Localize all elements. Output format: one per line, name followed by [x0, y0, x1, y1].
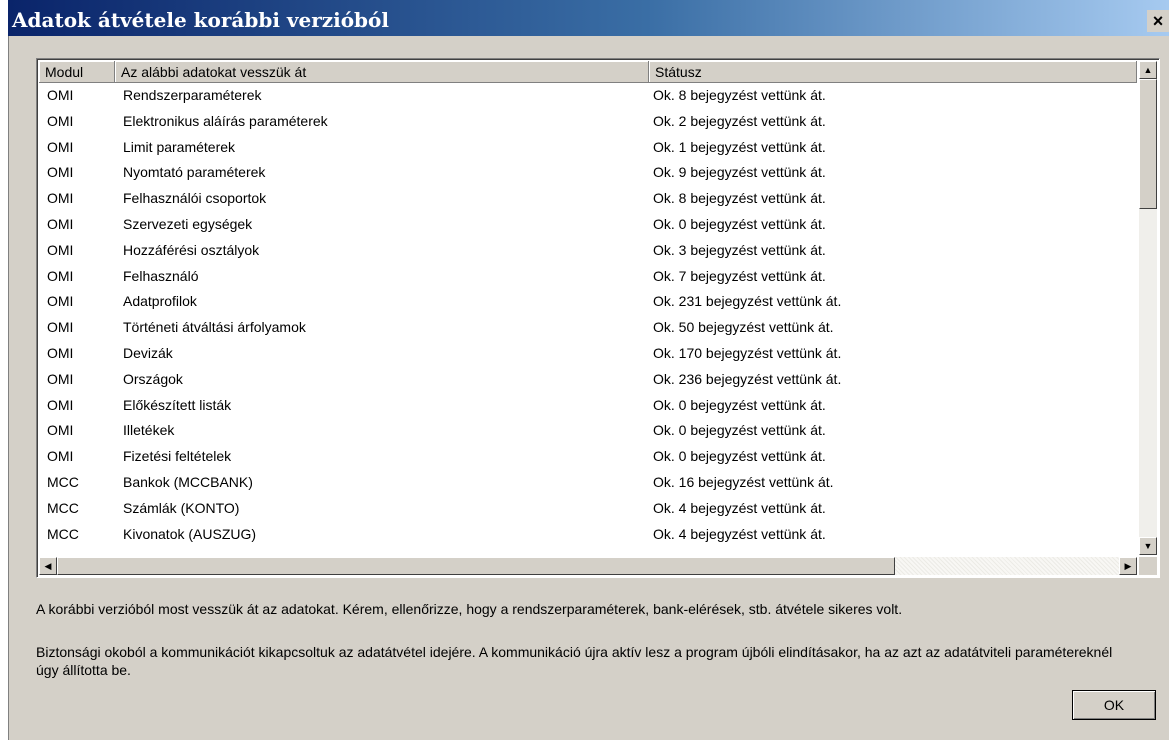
scrollbar-corner — [1139, 557, 1157, 575]
cell-data: Hozzáférési osztályok — [123, 241, 260, 258]
table-row[interactable]: OMI Fizetési feltételek Ok. 0 bejegyzést v… — [39, 444, 1137, 470]
cell-module: MCC — [47, 525, 79, 542]
table-row[interactable]: OMI Felhasználó Ok. 7 bejegyzést vettünk á… — [39, 264, 1137, 290]
table-row[interactable]: MCC Számlák (KONTO) Ok. 4 bejegyzést vettü… — [39, 496, 1137, 522]
cell-status: Ok. 3 bejegyzést vettünk át. — [653, 241, 826, 258]
cell-data: Országok — [123, 370, 183, 387]
cell-status: Ok. 8 bejegyzést vettünk át. — [653, 87, 826, 103]
cell-data: Szervezeti egységek — [123, 215, 253, 232]
cell-status: Ok. 0 bejegyzést vettünk át. — [653, 422, 826, 439]
cell-data: Felhasználó — [123, 267, 199, 284]
scroll-right-icon[interactable]: ▶ — [1119, 557, 1137, 575]
table-row[interactable]: MCC Bankok (MCCBANK) Ok. 16 bejegyzést vet… — [39, 470, 1137, 496]
vertical-scroll-thumb[interactable] — [1139, 79, 1157, 209]
cell-module: OMI — [47, 241, 74, 258]
cell-data: Bankok (MCCBANK) — [123, 473, 253, 490]
scroll-left-icon[interactable]: ◀ — [39, 557, 57, 575]
list-header: Modul Az alábbi adatokat vesszük át Stát… — [39, 61, 1137, 83]
column-header-status[interactable]: Státusz — [649, 61, 1137, 83]
cell-module: OMI — [47, 370, 74, 387]
cell-module: OMI — [47, 344, 74, 361]
window-left-edge — [0, 0, 9, 740]
table-row[interactable]: MCCKivonatok (AH201405)Ok. 4 bejegyzést … — [39, 547, 1137, 553]
table-row[interactable]: OMI Hozzáférési osztályok Ok. 3 bejegyzést… — [39, 238, 1137, 264]
table-row[interactable]: OMI Felhasználói csoportok Ok. 8 bejegyzés… — [39, 186, 1137, 212]
cell-status: Ok. 170 bejegyzést vettünk át. — [653, 344, 842, 361]
cell-module: OMI — [47, 190, 74, 207]
table-row[interactable]: OMI Rendszerparaméterek Ok. 8 bejegyzést v… — [39, 83, 1137, 109]
table-row[interactable]: OMI Illetékek Ok. 0 bejegyzést vettünk át. — [39, 418, 1137, 444]
cell-data: Előkészített listák — [123, 396, 232, 413]
cell-status: Ok. 50 bejegyzést vettünk át. — [653, 319, 834, 336]
cell-status: Ok. 7 bejegyzést vettünk át. — [653, 267, 826, 284]
cell-module: OMI — [47, 87, 74, 103]
cell-module: OMI — [47, 215, 74, 232]
close-button[interactable]: × — [1147, 10, 1169, 32]
cell-module: OMI — [47, 448, 74, 465]
cell-data: Kivonatok (AH201405) — [115, 547, 649, 553]
table-row[interactable]: OMI Adatprofilok Ok. 231 bejegyzést vettün… — [39, 289, 1137, 315]
communication-message: Biztonsági okoból a kommunikációt kikapc… — [36, 644, 1113, 678]
cell-data: Rendszerparaméterek — [123, 87, 262, 103]
import-status-list[interactable]: Modul Az alábbi adatokat vesszük át Stát… — [36, 58, 1160, 578]
cell-status: Ok. 2 bejegyzést vettünk át. — [653, 112, 826, 129]
table-row[interactable]: OMI Elektronikus aláírás paraméterek Ok. 2… — [39, 109, 1137, 135]
cell-status: Ok. 0 bejegyzést vettünk át. — [653, 448, 826, 465]
cell-data: Elektronikus aláírás paraméterek — [123, 112, 328, 129]
cell-module: OMI — [47, 112, 74, 129]
cell-status: Ok. 4 bejegyzést vettünk át. — [649, 547, 1137, 553]
cell-status: Ok. 8 bejegyzést vettünk át. — [653, 190, 826, 207]
column-header-module[interactable]: Modul — [39, 61, 115, 83]
horizontal-scroll-thumb[interactable] — [57, 557, 895, 575]
cell-module: OMI — [47, 164, 74, 181]
scroll-up-icon[interactable]: ▲ — [1139, 61, 1157, 79]
cell-data: Adatprofilok — [123, 293, 197, 310]
cell-data: Illetékek — [123, 422, 175, 439]
cell-data: Történeti átváltási árfolyamok — [123, 319, 306, 336]
info-message: A korábbi verzióból most vesszük át az a… — [36, 601, 903, 617]
cell-status: Ok. 0 bejegyzést vettünk át. — [653, 215, 826, 232]
cell-module: OMI — [47, 267, 74, 284]
scroll-down-icon[interactable]: ▼ — [1139, 537, 1157, 555]
cell-module: MCC — [47, 473, 79, 490]
cell-status: Ok. 231 bejegyzést vettünk át. — [653, 293, 842, 310]
cell-module: OMI — [47, 396, 74, 413]
table-row[interactable]: OMI Előkészített listák Ok. 0 bejegyzést v… — [39, 393, 1137, 419]
table-row[interactable]: OMI Történeti átváltási árfolyamok Ok. 50 … — [39, 315, 1137, 341]
title-bar: Adatok átvétele korábbi verzióból × — [8, 0, 1169, 36]
cell-data: Devizák — [123, 344, 173, 361]
cell-module: OMI — [47, 138, 74, 155]
cell-module: OMI — [47, 319, 74, 336]
column-header-data[interactable]: Az alábbi adatokat vesszük át — [115, 61, 649, 83]
cell-status: Ok. 4 bejegyzést vettünk át. — [653, 499, 826, 516]
table-row[interactable]: MCC Kivonatok (AUSZUG) Ok. 4 bejegyzést ve… — [39, 522, 1137, 548]
cell-status: Ok. 1 bejegyzést vettünk át. — [653, 138, 826, 155]
cell-data: Limit paraméterek — [123, 138, 236, 155]
table-row[interactable]: OMI Limit paraméterek Ok. 1 bejegyzést vet… — [39, 135, 1137, 161]
table-row[interactable]: OMI Szervezeti egységek Ok. 0 bejegyzést v… — [39, 212, 1137, 238]
cell-status: Ok. 16 bejegyzést vettünk át. — [653, 473, 834, 490]
table-row[interactable]: OMI Országok Ok. 236 bejegyzést vettünk át… — [39, 367, 1137, 393]
cell-module: OMI — [47, 293, 74, 310]
cell-data: Nyomtató paraméterek — [123, 164, 266, 181]
cell-data: Számlák (KONTO) — [123, 499, 240, 516]
ok-button[interactable]: OK — [1072, 690, 1156, 720]
cell-data: Fizetési feltételek — [123, 448, 232, 465]
cell-module: MCC — [47, 499, 79, 516]
cell-status: Ok. 236 bejegyzést vettünk át. — [653, 370, 842, 387]
table-row[interactable]: OMI Devizák Ok. 170 bejegyzést vettünk át. — [39, 341, 1137, 367]
list-rows: OMI Rendszerparaméterek Ok. 8 bejegyzést v… — [39, 83, 1137, 553]
window-title: Adatok átvétele korábbi verzióból — [12, 8, 389, 32]
cell-data: Felhasználói csoportok — [123, 190, 267, 207]
cell-module: MCC — [39, 547, 115, 553]
cell-module: OMI — [47, 422, 74, 439]
cell-status: Ok. 4 bejegyzést vettünk át. — [653, 525, 826, 542]
cell-data: Kivonatok (AUSZUG) — [123, 525, 257, 542]
cell-status: Ok. 9 bejegyzést vettünk át. — [653, 164, 826, 181]
table-row[interactable]: OMI Nyomtató paraméterek Ok. 9 bejegyzést … — [39, 160, 1137, 186]
cell-status: Ok. 0 bejegyzést vettünk át. — [653, 396, 826, 413]
vertical-scrollbar[interactable]: ▲ ▼ — [1139, 61, 1157, 555]
horizontal-scrollbar[interactable]: ◀ ▶ — [39, 557, 1137, 575]
